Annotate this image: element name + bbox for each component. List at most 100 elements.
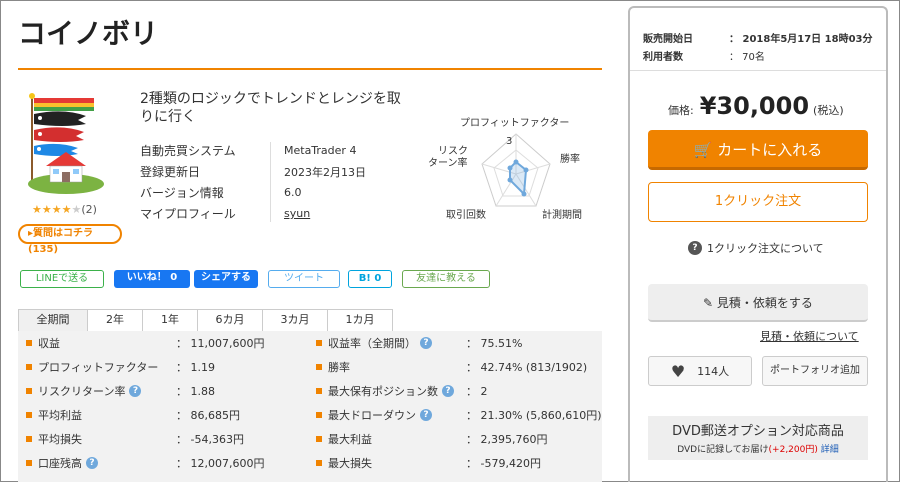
stats-row: 平均損失 ： -54,363円 最大利益 ： 2,395,760円 — [18, 431, 602, 453]
info-value: 2023年2月13日 — [284, 165, 366, 179]
stat-key: 収益率（全期間）? — [316, 335, 432, 351]
radar-chart: 3 プロフィットファクター 勝率 計測期間 取引回数 リスク ターン率 — [420, 110, 600, 221]
stat-value: ： 42.74% (813/1902) — [466, 361, 588, 374]
star-icon: ★★★★ — [32, 203, 72, 216]
help-icon[interactable]: ? — [442, 385, 454, 397]
stat-key: 最大ドローダウン? — [316, 407, 432, 423]
one-click-order-button[interactable]: 1クリック注文 — [648, 182, 868, 222]
stats-row: リスクリターン率? ： 1.88 最大保有ポジション数? ： 2 — [18, 383, 602, 405]
stat-value: ： 11,007,600円 — [176, 337, 265, 350]
stat-value: ： 2 — [466, 385, 488, 398]
radar-scale: 3 — [506, 136, 513, 147]
stat-key: リスクリターン率? — [26, 383, 142, 399]
radar-label-rr2: ターン率 — [428, 158, 468, 169]
tab-6m[interactable]: 6カ月 — [197, 309, 263, 331]
estimate-about-link[interactable]: 見積・依頼について — [760, 328, 859, 344]
help-icon[interactable]: ? — [86, 457, 98, 469]
one-click-about-link[interactable]: ? 1クリック注文について — [688, 240, 824, 256]
stat-value: ： 1.19 — [176, 361, 215, 374]
product-logo[interactable] — [24, 92, 106, 196]
stats-table: 収益 ： 11,007,600円 収益率（全期間）? ： 75.51% プロフィ… — [18, 331, 602, 482]
stat-value: ： 86,685円 — [176, 409, 240, 422]
tab-all[interactable]: 全期間 — [18, 309, 88, 331]
sale-start-label: 販売開始日 — [643, 34, 693, 45]
dvd-option-box: DVD郵送オプション対応商品 DVDに記録してお届け(+2,200円) 詳細 — [648, 416, 868, 460]
users-label: 利用者数 — [643, 52, 683, 63]
stat-value: ： 1.88 — [176, 385, 215, 398]
portfolio-add-button[interactable]: ポートフォリオ追加 — [762, 356, 868, 386]
sale-start-value: ： 2018年5月17日 18時03分 — [729, 34, 873, 45]
stats-row: 平均利益 ： 86,685円 最大ドローダウン? ： 21.30% (5,860… — [18, 407, 602, 429]
stat-key: 平均利益 — [26, 407, 82, 423]
favorite-button[interactable]: ♥ 114人 — [648, 356, 752, 386]
stat-value: ： 12,007,600円 — [176, 457, 265, 470]
estimate-request-button[interactable]: ✎ 見積・依頼をする — [648, 284, 868, 322]
product-info: 自動売買システム MetaTrader 4 登録更新日 2023年2月13日 バージ… — [140, 140, 366, 224]
stat-value: ： -579,420円 — [466, 457, 541, 470]
title-divider — [18, 68, 602, 70]
info-value: 6.0 — [284, 186, 302, 199]
star-empty-icon: ★ — [71, 203, 82, 216]
panel-divider — [630, 70, 886, 71]
facebook-share-button[interactable]: シェアする — [194, 270, 258, 288]
dvd-detail-link[interactable]: 詳細 — [821, 445, 839, 455]
info-row: バージョン情報 6.0 — [140, 182, 366, 203]
stats-row: 口座残高? ： 12,007,600円 最大損失 ： -579,420円 — [18, 455, 602, 477]
tell-friend-button[interactable]: 友達に教える — [402, 270, 490, 288]
info-row: 登録更新日 2023年2月13日 — [140, 161, 366, 182]
radar-label-trades: 取引回数 — [446, 210, 486, 221]
profile-link[interactable]: syun — [284, 207, 310, 220]
price: 価格: ¥30,000 (税込) — [668, 92, 844, 120]
info-key: 自動売買システム — [140, 144, 236, 158]
line-share-button[interactable]: LINEで送る — [20, 270, 104, 288]
dvd-subtext: DVDに記録してお届け(+2,200円) 詳細 — [677, 445, 839, 455]
info-key: バージョン情報 — [140, 186, 224, 200]
tweet-button[interactable]: ツイート — [268, 270, 340, 288]
info-row: 自動売買システム MetaTrader 4 — [140, 140, 366, 161]
facebook-like-button[interactable]: いいね！ 0 — [114, 270, 190, 288]
heart-icon: ♥ — [670, 361, 686, 381]
profile-link-text[interactable]: syun — [284, 207, 310, 220]
help-icon[interactable]: ? — [420, 337, 432, 349]
stat-key: 最大損失 — [316, 455, 372, 471]
product-description: 2種類のロジックでトレンドとレンジを取りに行く — [140, 91, 401, 125]
info-value: MetaTrader 4 — [284, 144, 357, 157]
tab-1m[interactable]: 1カ月 — [327, 309, 393, 331]
price-label: 価格: — [668, 104, 694, 117]
stats-row: プロフィットファクター ： 1.19 勝率 ： 42.74% (813/1902… — [18, 359, 602, 381]
stat-value: ： -54,363円 — [176, 433, 244, 446]
help-icon[interactable]: ? — [420, 409, 432, 421]
question-button[interactable]: ▸質問はコチラ(135) — [18, 224, 122, 255]
rating-stars: ★★★★★(2) — [32, 203, 97, 216]
period-tabs: 全期間 2年 1年 6カ月 3カ月 1カ月 — [18, 309, 393, 331]
info-key: マイプロフィール — [140, 207, 236, 221]
dvd-title: DVD郵送オプション対応商品 — [672, 424, 844, 439]
rating-count: (2) — [81, 203, 97, 216]
stat-key: 最大利益 — [316, 431, 372, 447]
stat-value: ： 75.51% — [466, 337, 523, 350]
radar-label-period: 計測期間 — [542, 210, 582, 221]
stat-key: 勝率 — [316, 359, 350, 375]
stat-value: ： 2,395,760円 — [466, 433, 548, 446]
stat-key: 口座残高? — [26, 455, 98, 471]
stat-key: プロフィットファクター — [26, 359, 158, 375]
tab-2y[interactable]: 2年 — [87, 309, 143, 331]
users-value: ： 70名 — [729, 52, 765, 63]
tab-3m[interactable]: 3カ月 — [262, 309, 328, 331]
pencil-icon: ✎ — [703, 296, 717, 310]
stat-key: 収益 — [26, 335, 60, 351]
tab-1y[interactable]: 1年 — [142, 309, 198, 331]
hatena-bookmark-button[interactable]: B! 0 — [348, 270, 392, 288]
help-icon[interactable]: ? — [129, 385, 142, 397]
radar-label-win: 勝率 — [560, 154, 580, 165]
page-title: コイノボリ — [18, 17, 159, 50]
stat-key: 最大保有ポジション数? — [316, 383, 454, 399]
cart-icon: 🛒 — [693, 141, 718, 159]
stat-key: 平均損失 — [26, 431, 82, 447]
info-key: 登録更新日 — [140, 165, 201, 179]
stat-value: ： 21.30% (5,860,610円) — [466, 409, 602, 422]
question-icon: ? — [688, 241, 702, 255]
price-value: ¥30,000 — [699, 92, 810, 120]
add-to-cart-button[interactable]: 🛒 カートに入れる — [648, 130, 868, 170]
price-tax: (税込) — [813, 104, 844, 117]
